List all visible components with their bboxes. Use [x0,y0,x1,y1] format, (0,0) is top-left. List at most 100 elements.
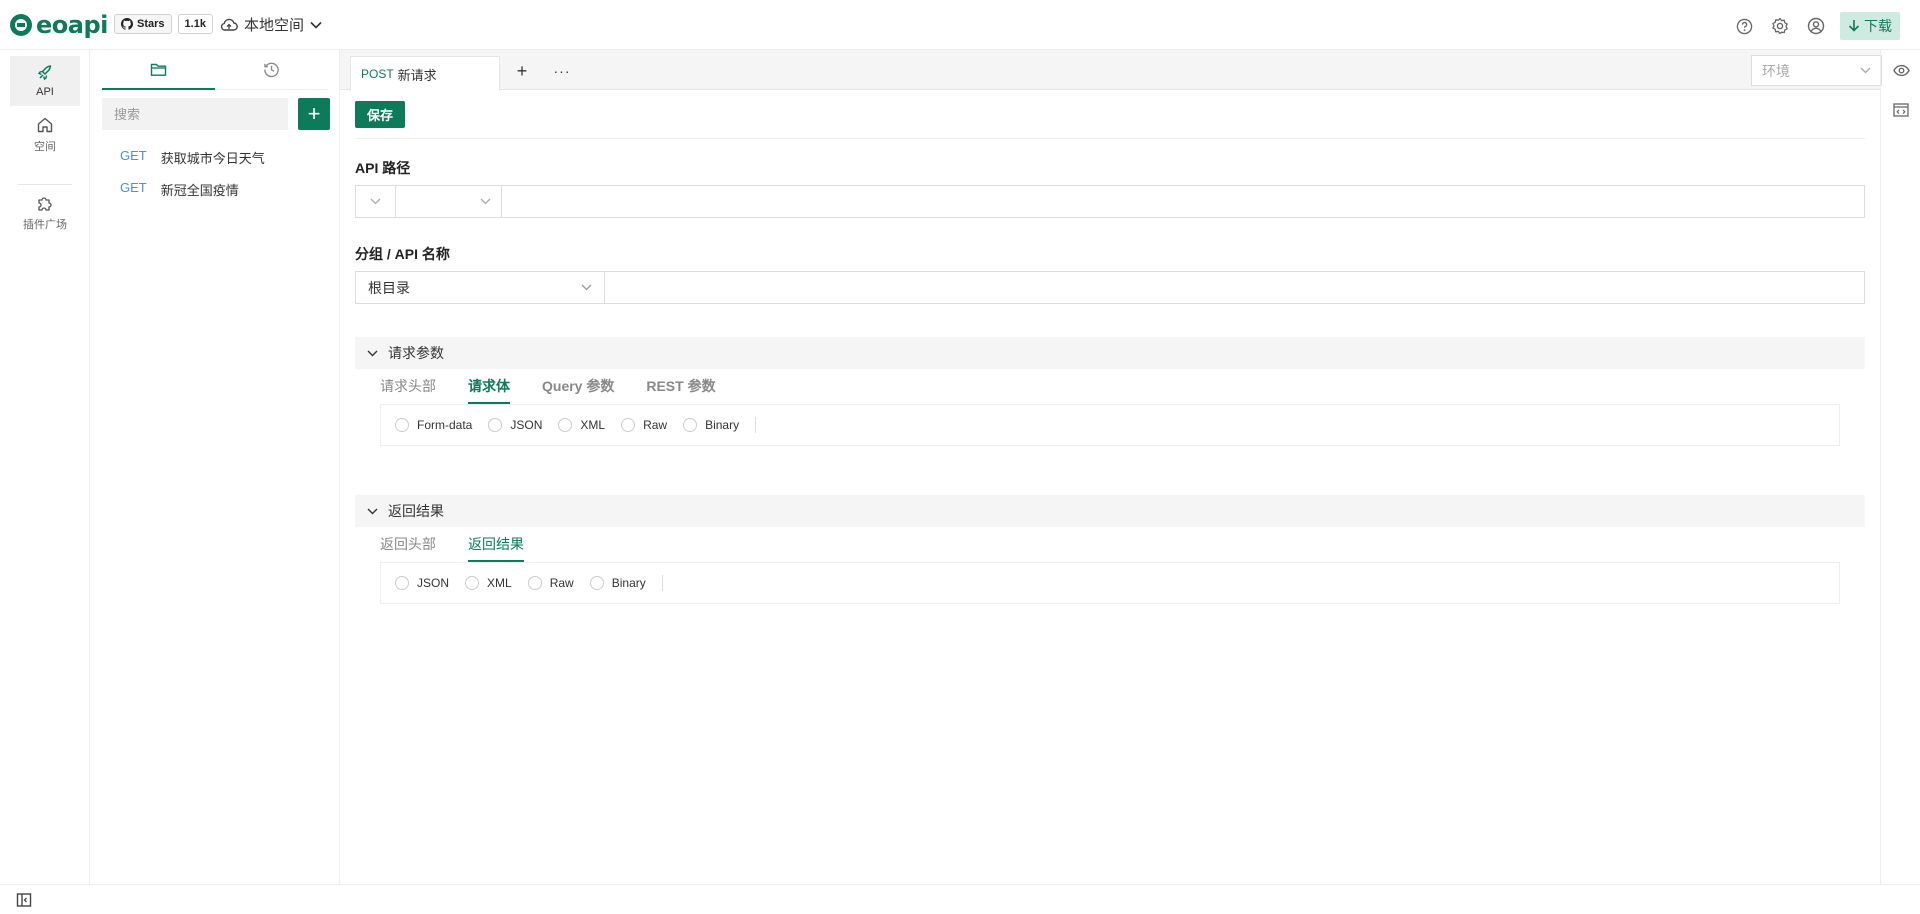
github-stars[interactable]: Stars 1.1k [114,14,213,34]
home-icon [37,117,53,133]
response-header[interactable]: 返回结果 [355,495,1865,527]
api-list-item[interactable]: GET 获取城市今日天气 [120,148,265,167]
chevron-down-icon [370,198,381,205]
radio-binary[interactable]: Binary [589,576,646,590]
environment-select[interactable]: 环境 [1751,55,1882,86]
radio-circle[interactable] [465,576,480,590]
radio-label: Form-data [417,418,473,432]
tab-query-params[interactable]: Query 参数 [542,371,614,401]
tab-title: 新请求 [397,67,437,83]
rail-item-api[interactable]: API [10,56,80,106]
environment-placeholder: 环境 [1762,62,1790,79]
radio-circle[interactable] [488,418,503,432]
api-sidebar: + GET 获取城市今日天气 GET 新冠全国疫情 [90,50,340,884]
tab-response-body[interactable]: 返回结果 [468,529,524,562]
tab-more-button[interactable]: ··· [550,59,574,83]
radio-xml[interactable]: XML [558,418,605,432]
divider [355,138,1865,139]
radio-label: Raw [643,418,668,432]
tab-rest-params[interactable]: REST 参数 [646,371,715,401]
radio-form-data[interactable]: Form-data [395,418,472,432]
radio-circle[interactable] [527,576,542,590]
response-title: 返回结果 [388,503,444,519]
radio-json[interactable]: JSON [488,418,542,432]
api-path-row [355,185,1865,218]
radio-xml[interactable]: XML [465,576,512,590]
response-tabs: 返回头部 返回结果 [380,529,524,562]
radio-label: Raw [549,576,574,590]
app-logo[interactable]: eoapi [10,11,108,39]
api-list-item[interactable]: GET 新冠全国疫情 [120,180,239,199]
chevron-down-icon [581,284,592,291]
group-select[interactable]: 根目录 [356,272,605,303]
github-stars-label: Stars [137,18,165,30]
add-api-button[interactable]: + [298,98,330,130]
code-icon[interactable] [1889,98,1913,122]
group-name-row: 根目录 [355,271,1865,304]
chevron-down-icon [367,350,378,356]
eoapi-logo-icon [10,14,32,36]
tab-request-body[interactable]: 请求体 [468,371,510,404]
settings-icon[interactable] [1768,14,1792,38]
eye-icon[interactable] [1889,58,1913,82]
request-body-type: Form-data JSON XML Raw Binary [380,404,1840,446]
api-name: 获取城市今日天气 [160,151,265,166]
radio-raw[interactable]: Raw [527,576,574,590]
workspace-name: 本地空间 [244,17,305,34]
radio-circle[interactable] [683,418,698,432]
request-editor: 保存 API 路径 分组 / API 名称 根目录 请求参数 请求头部 请求体 … [340,91,1880,884]
top-actions: 下载 [1732,12,1900,40]
rail-label-api: API [36,86,54,98]
radio-circle[interactable] [558,418,573,432]
download-button[interactable]: 下载 [1840,12,1900,40]
puzzle-icon [38,197,52,211]
radio-label: Binary [705,418,740,432]
radio-circle[interactable] [395,576,409,590]
divider [661,575,663,591]
user-icon[interactable] [1804,14,1828,38]
radio-label: XML [487,576,512,590]
protocol-select[interactable] [356,186,396,217]
tab-request-headers[interactable]: 请求头部 [380,371,436,401]
api-name-input[interactable] [605,272,1864,303]
chevron-down-icon [310,21,322,29]
history-icon [264,62,279,78]
tab-method: POST [361,67,394,81]
tab-new-request[interactable]: POST 新请求 [350,56,500,91]
radio-label: XML [580,418,606,432]
workspace-switcher[interactable]: 本地空间 [220,14,322,35]
request-params-header[interactable]: 请求参数 [355,337,1865,369]
divider [755,417,757,433]
rail-item-plugins[interactable]: 插件广场 [10,188,80,238]
radio-json[interactable]: JSON [395,576,449,590]
api-path-input[interactable] [502,186,1864,217]
radio-label: JSON [510,418,543,432]
tab-history[interactable] [215,50,328,89]
tab-api-list[interactable] [102,50,215,90]
top-bar: eoapi Stars 1.1k 本地空间 下载 [0,0,1920,50]
new-tab-button[interactable]: + [510,59,534,83]
help-icon[interactable] [1732,14,1756,38]
sidebar-toggle-icon[interactable] [16,892,32,908]
radio-raw[interactable]: Raw [621,418,667,432]
radio-circle[interactable] [589,576,604,590]
response-body-type: JSON XML Raw Binary [380,562,1840,604]
nav-rail: API 空间 插件广场 [0,50,90,884]
github-stars-count[interactable]: 1.1k [177,14,213,34]
save-button[interactable]: 保存 [355,101,405,128]
chevron-down-icon [367,508,378,514]
app-brand: eoapi [36,11,108,39]
search-input[interactable] [102,98,288,130]
radio-circle[interactable] [395,418,409,432]
github-stars-button[interactable]: Stars [114,14,172,34]
rail-item-space[interactable]: 空间 [10,110,80,160]
tab-response-headers[interactable]: 返回头部 [380,529,436,559]
radio-binary[interactable]: Binary [683,418,739,432]
method-select[interactable] [396,186,502,217]
download-icon [1848,20,1860,32]
rail-label-space: 空间 [34,141,56,153]
api-method: GET [120,148,147,163]
radio-circle[interactable] [621,418,636,432]
chevron-down-icon [480,198,491,205]
api-method: GET [120,180,147,195]
